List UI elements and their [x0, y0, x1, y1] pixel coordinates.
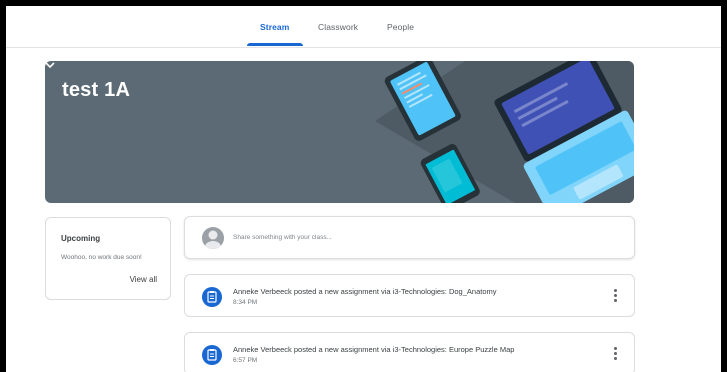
upcoming-empty-text: Woohoo, no work due soon!: [61, 254, 142, 261]
more-vert-icon[interactable]: [612, 289, 618, 303]
post-time: 6:57 PM: [233, 357, 258, 364]
top-navigation: Stream Classwork People: [6, 6, 721, 48]
tab-stream[interactable]: Stream: [260, 22, 289, 32]
post-title: Anneke Verbeeck posted a new assignment …: [233, 345, 515, 354]
person-icon: [205, 230, 221, 249]
active-tab-indicator: [247, 43, 303, 46]
classroom-window: Stream Classwork People test 1A Upcoming…: [6, 6, 721, 372]
class-banner: test 1A: [45, 61, 634, 203]
upcoming-title: Upcoming: [61, 234, 101, 243]
upcoming-card: Upcoming Woohoo, no work due soon! View …: [45, 217, 171, 300]
avatar: [202, 227, 224, 249]
assignment-icon: [202, 345, 222, 365]
stream-post[interactable]: Anneke Verbeeck posted a new assignment …: [184, 274, 635, 317]
view-all-link[interactable]: View all: [130, 275, 157, 284]
stream-post[interactable]: Anneke Verbeeck posted a new assignment …: [184, 332, 635, 372]
banner-illustration: [375, 61, 634, 203]
post-time: 8:34 PM: [233, 299, 258, 306]
class-title: test 1A: [62, 79, 131, 101]
more-vert-icon[interactable]: [612, 347, 618, 361]
share-box[interactable]: Share something with your class...: [184, 216, 635, 259]
chevron-down-icon[interactable]: [45, 61, 55, 69]
assignment-icon: [202, 287, 222, 307]
share-placeholder: Share something with your class...: [233, 234, 332, 241]
tab-classwork[interactable]: Classwork: [318, 22, 358, 32]
post-title: Anneke Verbeeck posted a new assignment …: [233, 287, 497, 296]
tab-people[interactable]: People: [387, 22, 414, 32]
